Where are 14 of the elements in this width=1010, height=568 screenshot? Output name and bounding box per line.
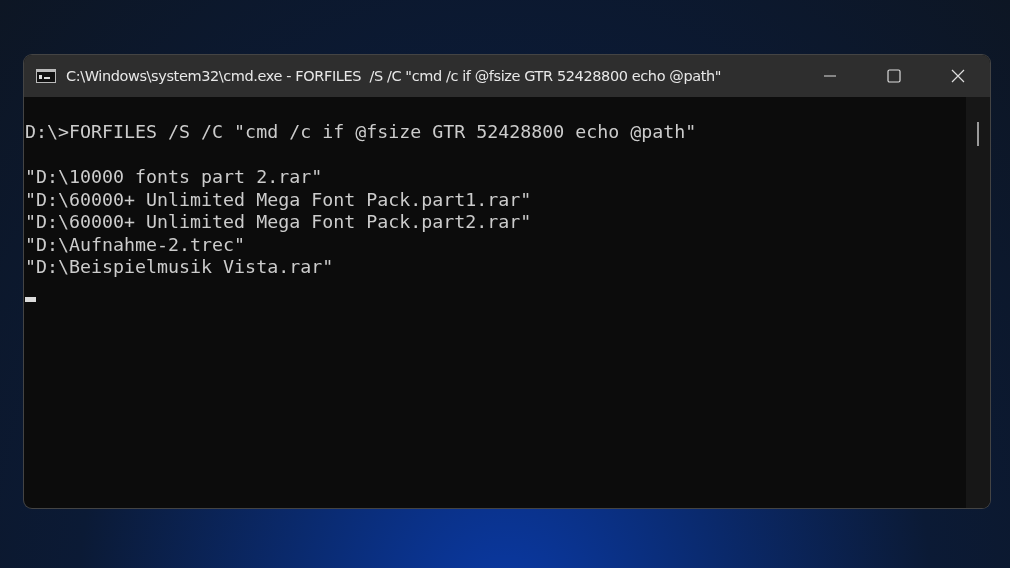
close-icon [950, 68, 966, 84]
scrollbar-thumb[interactable] [977, 122, 979, 146]
output-line: "D:\Aufnahme-2.trec" [25, 233, 246, 256]
terminal-icon [36, 69, 56, 83]
output-line: "D:\60000+ Unlimited Mega Font Pack.part1.rar" [25, 188, 532, 211]
output-line: "D:\10000 fonts part 2.rar" [25, 166, 323, 189]
minimize-icon [824, 75, 836, 77]
command-line: D:\>FORFILES /S /C "cmd /c if @fsize GTR 52428800 echo @path" [25, 121, 697, 144]
scrollbar[interactable] [966, 97, 990, 508]
maximize-icon [886, 68, 902, 84]
output-line: "D:\60000+ Unlimited Mega Font Pack.part2.rar" [25, 211, 532, 234]
window-title: C:\Windows\system32\cmd.exe - FORFILES /S /C "cmd /c if @fsize GTR 52428800 echo @path" [66, 68, 723, 84]
output-line: "D:\Beispielmusik Vista.rar" [25, 256, 334, 279]
text-cursor [25, 296, 36, 302]
